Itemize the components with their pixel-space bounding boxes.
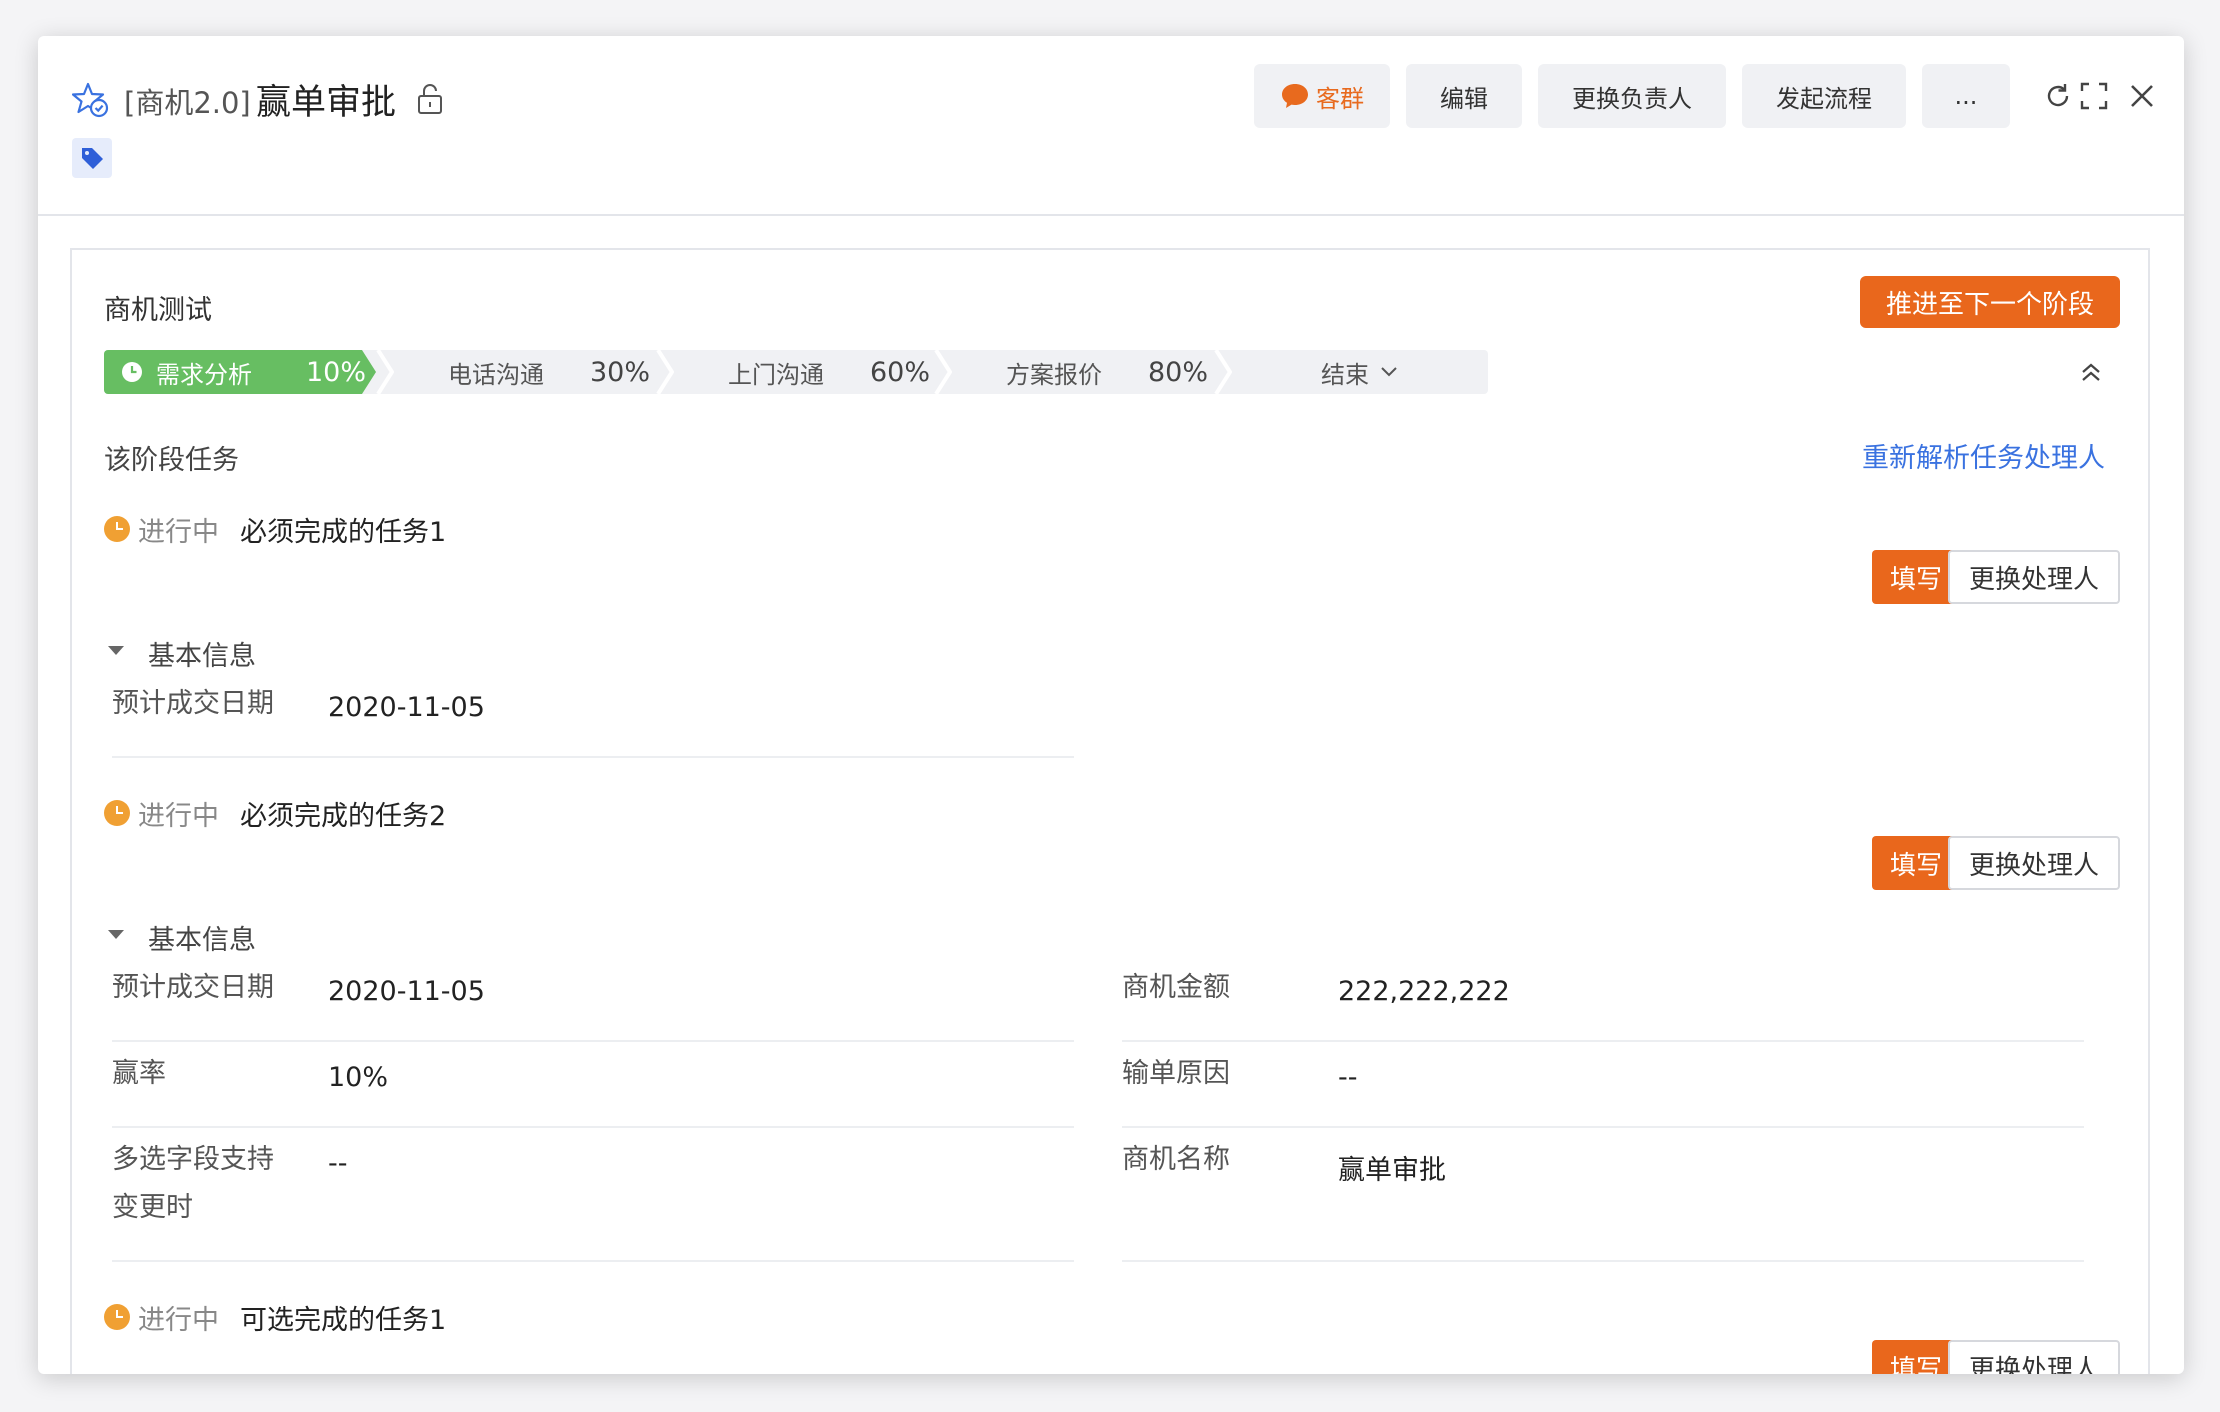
- task-name: 必须完成的任务1: [240, 517, 447, 548]
- field-value: 2020-11-05: [328, 692, 485, 723]
- advance-stage-button[interactable]: 推进至下一个阶段: [1860, 276, 2120, 328]
- field-label: 输单原因: [1122, 1058, 1230, 1089]
- stage-progress-bar: 需求分析 10% 电话沟通 30% 上门沟通 60% 方案报价 80% 结束: [104, 350, 1488, 394]
- field-value: 10%: [328, 1062, 389, 1093]
- detail-header: [商机2.0] 赢单审批 客群 编辑 更换负责人 发起流程 ...: [38, 36, 2184, 216]
- stage-label: 电话沟通: [448, 360, 544, 389]
- chevron-down-icon: [1381, 367, 1397, 377]
- stage-percent: 30%: [590, 356, 651, 388]
- edit-button[interactable]: 编辑: [1406, 64, 1522, 128]
- task-status: 进行中: [138, 801, 219, 832]
- field-divider: [112, 1126, 1074, 1128]
- change-handler-button[interactable]: 更换处理人: [1948, 550, 2120, 604]
- start-flow-button[interactable]: 发起流程: [1742, 64, 1906, 128]
- caret-down-icon[interactable]: [108, 646, 124, 655]
- caret-down-icon[interactable]: [108, 930, 124, 939]
- field-divider: [112, 1260, 1074, 1262]
- field-divider: [1122, 1040, 2084, 1042]
- field-value: 赢单审批: [1338, 1155, 1446, 1186]
- field-divider: [112, 1040, 1074, 1042]
- stage-item-2[interactable]: 上门沟通 60%: [674, 350, 934, 394]
- change-handler-button[interactable]: 更换处理人: [1948, 1340, 2120, 1374]
- fullscreen-icon[interactable]: [2078, 80, 2110, 112]
- stage-item-1[interactable]: 电话沟通 30%: [394, 350, 656, 394]
- in-progress-icon: [104, 1304, 130, 1330]
- more-button[interactable]: ...: [1922, 64, 2010, 128]
- chevron-double-up-icon[interactable]: [2078, 360, 2104, 386]
- field-value: --: [328, 1148, 348, 1179]
- in-progress-icon: [104, 800, 130, 826]
- in-progress-icon: [104, 516, 130, 542]
- field-label: 多选字段支持变更时: [112, 1144, 274, 1223]
- stage-label: 需求分析: [156, 360, 252, 389]
- card-title: 商机测试: [104, 295, 212, 326]
- stage-label: 结束: [1321, 360, 1369, 389]
- unlock-icon[interactable]: [414, 82, 446, 116]
- reparse-handler-link[interactable]: 重新解析任务处理人: [1862, 436, 2105, 475]
- task-name: 可选完成的任务1: [240, 1305, 447, 1336]
- kequn-button[interactable]: 客群: [1254, 64, 1390, 128]
- kequn-label: 客群: [1316, 84, 1364, 113]
- refresh-icon[interactable]: [2042, 80, 2074, 112]
- task-status: 进行中: [138, 517, 219, 548]
- task-name: 必须完成的任务2: [240, 801, 447, 832]
- stage-item-4[interactable]: 结束: [1232, 350, 1488, 394]
- stage-percent: 80%: [1148, 356, 1209, 388]
- fill-button[interactable]: 填写: [1872, 550, 1960, 604]
- field-divider: [1122, 1126, 2084, 1128]
- field-divider: [1122, 1260, 2084, 1262]
- stage-label: 方案报价: [1006, 360, 1102, 389]
- field-value: --: [1338, 1062, 1358, 1093]
- stage-label: 上门沟通: [728, 360, 824, 389]
- stage-tasks-heading: 该阶段任务: [104, 445, 239, 476]
- field-label: 商机金额: [1122, 972, 1230, 1003]
- title-prefix: [商机2.0]: [124, 86, 251, 120]
- stage-item-0[interactable]: 需求分析 10%: [104, 350, 376, 394]
- tag-shape-icon: [82, 148, 103, 169]
- change-owner-button[interactable]: 更换负责人: [1538, 64, 1726, 128]
- field-label: 商机名称: [1122, 1144, 1230, 1175]
- close-icon[interactable]: [2126, 80, 2158, 112]
- stage-separator: [1214, 350, 1232, 394]
- stage-percent: 10%: [306, 356, 367, 388]
- stage-separator: [656, 350, 674, 394]
- group-label[interactable]: 基本信息: [148, 918, 256, 957]
- field-label: 赢率: [112, 1058, 166, 1089]
- chat-bubble-icon: [1282, 84, 1308, 108]
- clock-icon: [120, 360, 144, 384]
- field-value: 2020-11-05: [328, 976, 485, 1007]
- stage-card: 商机测试 推进至下一个阶段 需求分析 10% 电话沟通 30% 上门沟通 60%: [70, 248, 2150, 1374]
- page-title: 赢单审批: [256, 83, 397, 123]
- detail-window: [商机2.0] 赢单审批 客群 编辑 更换负责人 发起流程 ... 商机测试 推…: [38, 36, 2184, 1374]
- tag-icon[interactable]: [72, 138, 112, 178]
- task-status: 进行中: [138, 1305, 219, 1336]
- field-value: 222,222,222: [1338, 976, 1510, 1007]
- fill-button[interactable]: 填写: [1872, 836, 1960, 890]
- field-label: 预计成交日期: [112, 972, 274, 1003]
- star-follow-icon[interactable]: [72, 80, 112, 120]
- change-handler-button[interactable]: 更换处理人: [1948, 836, 2120, 890]
- fill-button[interactable]: 填写: [1872, 1340, 1960, 1374]
- stage-separator: [376, 350, 394, 394]
- stage-item-3[interactable]: 方案报价 80%: [952, 350, 1214, 394]
- group-label[interactable]: 基本信息: [148, 634, 256, 673]
- stage-separator: [934, 350, 952, 394]
- field-divider: [112, 756, 1074, 758]
- field-label: 预计成交日期: [112, 688, 274, 719]
- stage-percent: 60%: [870, 356, 931, 388]
